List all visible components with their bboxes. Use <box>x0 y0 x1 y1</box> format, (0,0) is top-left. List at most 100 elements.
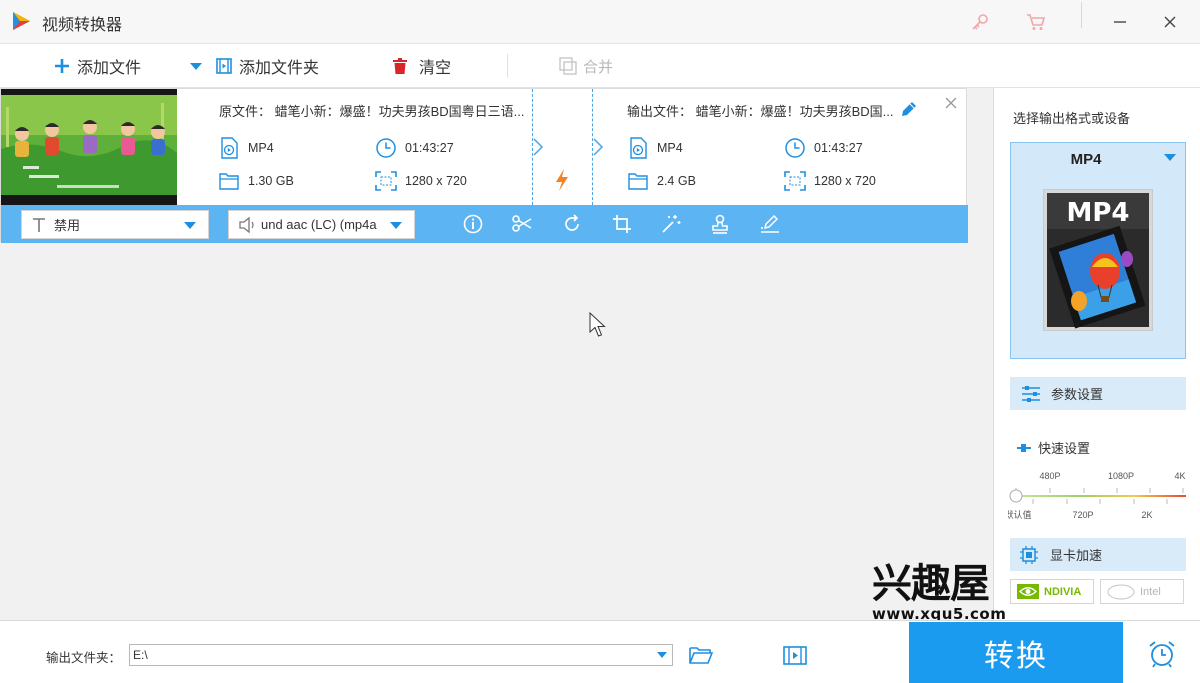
slider-label-4k: 4K <box>1174 471 1185 481</box>
output-file-title: 输出文件： 蜡笔小新：爆盛！功夫男孩BD国... <box>627 104 894 119</box>
chip-icon <box>1020 545 1038 564</box>
gpu-option-nvidia-label: NDIVIA <box>1044 585 1082 598</box>
lightning-icon[interactable] <box>554 168 570 192</box>
output-resolution-value: 1280 x 720 <box>814 174 876 188</box>
rotate-icon[interactable] <box>561 213 583 235</box>
scissors-icon[interactable] <box>511 213 533 235</box>
speaker-icon <box>239 216 254 233</box>
gpu-acceleration-button[interactable]: 显卡加速 <box>1010 538 1186 571</box>
text-t-icon <box>33 217 45 232</box>
subtitle-select-value: 禁用 <box>54 218 81 233</box>
crop-icon[interactable] <box>611 213 633 235</box>
slider-label-2k: 2K <box>1141 510 1152 520</box>
clear-label: 清空 <box>419 60 452 77</box>
video-file-icon <box>627 137 649 159</box>
chevron-right-icon <box>533 138 544 156</box>
video-thumbnail[interactable] <box>1 89 177 205</box>
source-resolution: 1280 x 720 <box>375 170 467 192</box>
open-output-button[interactable] <box>782 642 808 668</box>
watermark-stamp-icon[interactable] <box>709 213 731 235</box>
output-duration-value: 01:43:27 <box>814 141 863 155</box>
gpu-option-intel[interactable]: Intel <box>1100 579 1184 604</box>
caret-down-icon <box>184 222 196 229</box>
add-folder-label: 添加文件夹 <box>239 60 320 77</box>
mp4-format-icon: MP4 <box>1042 188 1154 332</box>
plus-icon <box>52 56 72 76</box>
add-folder-button[interactable]: 添加文件夹 <box>214 44 319 88</box>
cart-icon[interactable] <box>1022 8 1050 36</box>
merge-button[interactable]: 合并 <box>558 44 613 88</box>
toolbar: 添加文件 添加文件夹 清空 合并 <box>0 44 1200 88</box>
quick-slider-icon <box>1017 443 1031 452</box>
caret-down-icon <box>1164 154 1176 161</box>
quick-settings-title: 快速设置 <box>1016 438 1090 457</box>
add-dropdown-button[interactable] <box>186 44 211 88</box>
effects-wand-icon[interactable] <box>660 213 682 235</box>
output-folder-input[interactable] <box>129 644 673 666</box>
audio-track-value: und aac (LC) (mp4a <box>261 217 377 232</box>
resolution-icon <box>784 170 806 192</box>
sliders-icon <box>1022 385 1040 402</box>
source-size: 1.30 GB <box>218 170 294 192</box>
selected-format-label: MP4 <box>1070 151 1102 168</box>
mp4-badge-text: MP4 <box>1066 198 1129 228</box>
folder-open-icon <box>689 647 713 664</box>
alarm-clock-icon[interactable] <box>1147 639 1177 669</box>
add-file-button[interactable]: 添加文件 <box>52 44 141 88</box>
output-size: 2.4 GB <box>627 170 696 192</box>
source-file-title: 原文件： 蜡笔小新：爆盛！功夫男孩BD国粤日三语... <box>219 104 525 119</box>
output-folder-label: 输出文件夹： <box>46 651 122 665</box>
clear-button[interactable]: 清空 <box>390 44 451 88</box>
slider-label-1080p: 1080P <box>1108 471 1134 481</box>
slider-label-default: 默认值 <box>1008 509 1032 520</box>
output-format-value: MP4 <box>657 141 683 155</box>
resolution-icon <box>375 170 397 192</box>
output-folder-dropdown[interactable] <box>651 645 672 665</box>
output-format: MP4 <box>627 137 683 159</box>
folder-icon <box>218 170 240 192</box>
titlebar-divider <box>1081 2 1082 28</box>
slider-label-480p: 480P <box>1039 471 1060 481</box>
audio-track-select[interactable]: und aac (LC) (mp4a <box>228 210 415 239</box>
minimize-icon[interactable] <box>1106 8 1134 36</box>
toolbar-divider <box>507 54 508 78</box>
film-folder-icon <box>214 56 234 76</box>
source-size-value: 1.30 GB <box>248 174 294 188</box>
gpu-option-nvidia[interactable]: NDIVIA <box>1010 579 1094 604</box>
key-icon[interactable] <box>966 8 994 36</box>
file-item-card[interactable]: 原文件： 蜡笔小新：爆盛！功夫男孩BD国粤日三语... MP4 01:43:27… <box>0 88 968 243</box>
bottom-bar: 输出文件夹： 转换 <box>0 620 1200 683</box>
output-format-selector[interactable]: MP4 MP4 <box>1010 142 1186 359</box>
remove-item-icon[interactable] <box>942 94 960 112</box>
subtitle-select[interactable]: 禁用 <box>21 210 209 239</box>
quick-settings-label: 快速设置 <box>1038 441 1091 456</box>
add-file-label: 添加文件 <box>77 60 142 77</box>
panel-title: 选择输出格式或设备 <box>1013 111 1131 126</box>
slider-label-720p: 720P <box>1072 510 1093 520</box>
parameter-settings-button[interactable]: 参数设置 <box>1010 377 1186 410</box>
film-folder-icon <box>783 646 807 665</box>
title-bar: 视频转换器 <box>0 0 1200 44</box>
source-resolution-value: 1280 x 720 <box>405 174 467 188</box>
info-icon[interactable] <box>462 213 484 235</box>
chevron-right-icon <box>593 138 604 156</box>
caret-down-icon <box>656 652 667 658</box>
mouse-cursor-icon <box>589 312 606 337</box>
folder-icon <box>627 170 649 192</box>
convert-button[interactable]: 转换 <box>909 622 1123 683</box>
gpu-acceleration-label: 显卡加速 <box>1050 548 1103 563</box>
caret-down-icon <box>186 56 206 76</box>
close-window-icon[interactable] <box>1156 8 1184 36</box>
open-folder-button[interactable] <box>688 642 714 668</box>
subtitle-edit-icon[interactable] <box>759 213 781 235</box>
file-list-area: 原文件： 蜡笔小新：爆盛！功夫男孩BD国粤日三语... MP4 01:43:27… <box>0 88 990 620</box>
output-settings-panel: 选择输出格式或设备 MP4 MP4 参数设置 快速设置 480P 1080P 4… <box>993 88 1200 620</box>
source-format: MP4 <box>218 137 274 159</box>
quality-slider[interactable]: 480P 1080P 4K 默认值 720P 2K <box>1004 468 1188 524</box>
watermark-text: 兴趣屋 <box>872 561 990 607</box>
output-resolution: 1280 x 720 <box>784 170 876 192</box>
app-logo-icon <box>13 12 30 30</box>
edit-pencil-icon[interactable] <box>899 99 919 119</box>
merge-icon <box>558 56 578 76</box>
output-duration: 01:43:27 <box>784 137 863 159</box>
